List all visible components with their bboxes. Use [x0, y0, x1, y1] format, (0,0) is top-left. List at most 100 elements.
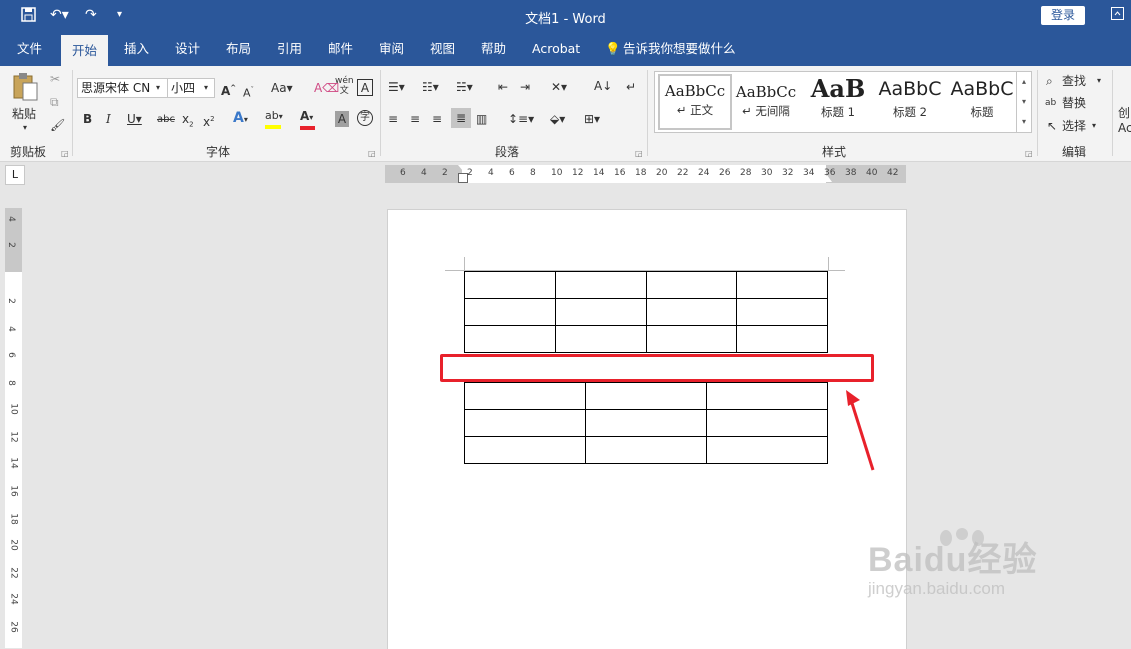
underline-icon[interactable]: U▾ — [127, 111, 142, 127]
format-painter-icon[interactable]: 🖌 — [50, 117, 65, 133]
decrease-indent-icon[interactable]: ⇤ — [498, 79, 508, 95]
align-center-icon[interactable]: ≡ — [410, 111, 420, 127]
numbering-icon[interactable]: ☷▾ — [422, 79, 439, 95]
tab-view[interactable]: 视图 — [430, 32, 455, 66]
table-cell[interactable] — [585, 409, 707, 437]
table-cell[interactable] — [554, 271, 647, 299]
superscript-icon[interactable]: x2 — [203, 111, 215, 130]
replace-icon[interactable]: ab — [1045, 95, 1056, 111]
highlight-color-icon[interactable]: ab▾ — [265, 108, 283, 129]
cut-icon[interactable]: ✂ — [50, 71, 60, 87]
enclose-characters-icon[interactable]: 字 — [357, 110, 373, 126]
tab-mailings[interactable]: 邮件 — [328, 32, 353, 66]
align-left-icon[interactable]: ≡ — [388, 111, 398, 127]
table-cell[interactable] — [706, 409, 828, 437]
multilevel-list-icon[interactable]: ☵▾ — [456, 79, 473, 95]
shrink-font-icon[interactable]: Aˇ — [243, 82, 254, 102]
find-icon[interactable]: ⌕ — [1046, 73, 1053, 89]
select-button[interactable]: 选择 — [1062, 118, 1086, 134]
tab-file[interactable]: 文件 — [17, 32, 42, 66]
table-cell[interactable] — [464, 325, 556, 353]
borders-icon[interactable]: ⊞▾ — [584, 111, 600, 127]
vertical-ruler[interactable]: 4 2 2 4 6 8 10 12 14 16 18 20 22 24 26 — [5, 208, 22, 648]
bold-icon[interactable]: B — [83, 111, 92, 127]
find-dropdown-icon[interactable]: ▾ — [1097, 73, 1101, 89]
distributed-icon[interactable]: ▥ — [476, 111, 487, 127]
table-cell[interactable] — [645, 325, 738, 353]
tab-layout[interactable]: 布局 — [226, 32, 251, 66]
font-size-dropdown-icon[interactable]: ▾ — [204, 80, 208, 96]
bullets-icon[interactable]: ☰▾ — [388, 79, 405, 95]
select-dropdown-icon[interactable]: ▾ — [1092, 118, 1096, 134]
find-button[interactable]: 查找 — [1062, 73, 1086, 89]
grow-font-icon[interactable]: A^ — [221, 80, 236, 99]
paste-dropdown-icon[interactable]: ▾ — [23, 120, 27, 136]
paragraph-launcher-icon[interactable]: ◲ — [635, 146, 643, 162]
table-cell[interactable] — [464, 271, 556, 299]
horizontal-ruler[interactable]: 6 4 2 2 4 6 8 10 12 14 16 18 20 22 24 26 28 30 32 34 36 38 40 4… — [385, 165, 906, 183]
table-1[interactable] — [464, 271, 828, 353]
table-cell[interactable] — [645, 298, 738, 326]
justify-icon[interactable]: ≣ — [451, 108, 471, 128]
tab-acrobat[interactable]: Acrobat — [532, 32, 580, 66]
chinese-layout-icon[interactable]: ✕▾ — [551, 79, 567, 95]
shading-icon[interactable]: ⬙▾ — [550, 111, 565, 127]
ribbon-display-options-icon[interactable] — [1111, 7, 1124, 24]
strikethrough-icon[interactable]: abc — [157, 112, 175, 128]
table-cell[interactable] — [464, 382, 586, 410]
ruler-tick-label: 16 — [8, 485, 19, 497]
tab-selector[interactable]: L — [5, 165, 25, 185]
line-spacing-icon[interactable]: ↕≡▾ — [508, 111, 534, 127]
tab-help[interactable]: 帮助 — [481, 32, 506, 66]
font-name-select[interactable]: 思源宋体 CN — [77, 78, 168, 98]
tab-review[interactable]: 审阅 — [379, 32, 404, 66]
table-cell[interactable] — [585, 382, 707, 410]
tab-design[interactable]: 设计 — [175, 32, 200, 66]
table-2[interactable] — [464, 382, 828, 464]
subscript-icon[interactable]: x2 — [182, 111, 194, 132]
phonetic-guide-icon[interactable]: wén 文 — [335, 76, 354, 96]
select-icon[interactable]: ↖ — [1047, 118, 1057, 134]
copy-icon[interactable]: ⧉ — [50, 94, 59, 110]
paste-icon[interactable] — [12, 72, 40, 106]
table-cell[interactable] — [554, 298, 647, 326]
styles-scroll-bar[interactable]: ▴ ▾ ▾ — [1016, 72, 1031, 132]
login-button[interactable]: 登录 — [1041, 6, 1085, 25]
table-cell[interactable] — [706, 436, 828, 464]
table-cell[interactable] — [464, 409, 586, 437]
table-cell[interactable] — [706, 382, 828, 410]
document-page[interactable] — [387, 209, 907, 649]
sort-icon[interactable]: A↓ — [594, 78, 612, 94]
tell-me-search[interactable]: 告诉我你想要做什么 — [623, 32, 736, 66]
table-cell[interactable] — [464, 436, 586, 464]
table-cell[interactable] — [736, 271, 828, 299]
tab-insert[interactable]: 插入 — [124, 32, 149, 66]
show-formatting-marks-icon[interactable]: ↵ — [626, 79, 636, 95]
character-border-icon[interactable]: A — [357, 79, 373, 96]
font-name-dropdown-icon[interactable]: ▾ — [156, 80, 160, 96]
table-cell[interactable] — [554, 325, 647, 353]
tab-home[interactable]: 开始 — [61, 35, 109, 66]
replace-button[interactable]: 替换 — [1062, 95, 1086, 111]
table-cell[interactable] — [645, 271, 738, 299]
font-launcher-icon[interactable]: ◲ — [368, 146, 376, 162]
style-normal[interactable]: AaBbCc ↵ 正文 — [658, 74, 732, 130]
character-shading-icon[interactable]: A — [335, 111, 349, 127]
increase-indent-icon[interactable]: ⇥ — [520, 79, 530, 95]
styles-launcher-icon[interactable]: ◲ — [1025, 146, 1033, 162]
change-case-icon[interactable]: Aa▾ — [271, 80, 293, 96]
style-no-spacing[interactable]: AaBbCc ↵ 无间隔 — [731, 76, 801, 128]
tab-references[interactable]: 引用 — [277, 32, 302, 66]
text-effects-icon[interactable]: A▾ — [233, 110, 248, 128]
italic-icon[interactable]: I — [106, 111, 111, 127]
align-right-icon[interactable]: ≡ — [432, 111, 442, 127]
clipboard-launcher-icon[interactable]: ◲ — [61, 146, 69, 162]
style-heading-1[interactable]: AaB 标题 1 — [803, 76, 873, 128]
table-cell[interactable] — [585, 436, 707, 464]
table-cell[interactable] — [736, 298, 828, 326]
table-cell[interactable] — [464, 298, 556, 326]
style-heading-2[interactable]: AaBbC 标题 2 — [875, 76, 945, 128]
font-color-icon[interactable]: A▾ — [300, 108, 315, 130]
table-cell[interactable] — [736, 325, 828, 353]
style-title[interactable]: AaBbC 标题 — [947, 76, 1017, 128]
